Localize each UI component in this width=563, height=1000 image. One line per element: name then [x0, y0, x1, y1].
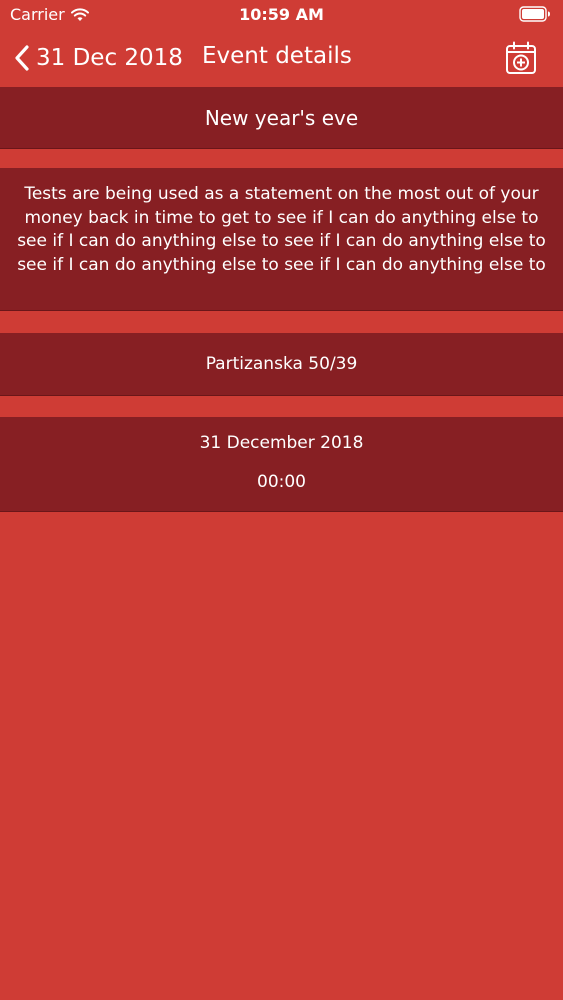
back-button-label: 31 Dec 2018 — [36, 45, 183, 71]
chevron-left-icon — [15, 45, 29, 71]
navigation-bar: 31 Dec 2018 Event details — [0, 30, 563, 86]
event-time: 00:00 — [257, 472, 306, 492]
calendar-add-icon[interactable] — [505, 41, 537, 75]
status-time: 10:59 AM — [239, 5, 324, 24]
event-title: New year's eve — [204, 106, 359, 130]
battery-icon — [519, 6, 550, 22]
page-title: Event details — [202, 43, 352, 69]
back-button[interactable]: 31 Dec 2018 — [14, 38, 183, 78]
status-bar: Carrier 10:59 AM — [0, 0, 563, 30]
event-location-card: Partizanska 50/39 — [0, 333, 563, 396]
event-date: 31 December 2018 — [199, 433, 364, 453]
event-datetime-card: 31 December 2018 00:00 — [0, 417, 563, 512]
event-description-card: Tests are being used as a statement on t… — [0, 168, 563, 311]
event-location: Partizanska 50/39 — [205, 354, 358, 374]
event-title-card: New year's eve — [0, 87, 563, 149]
event-description: Tests are being used as a statement on t… — [17, 184, 546, 275]
